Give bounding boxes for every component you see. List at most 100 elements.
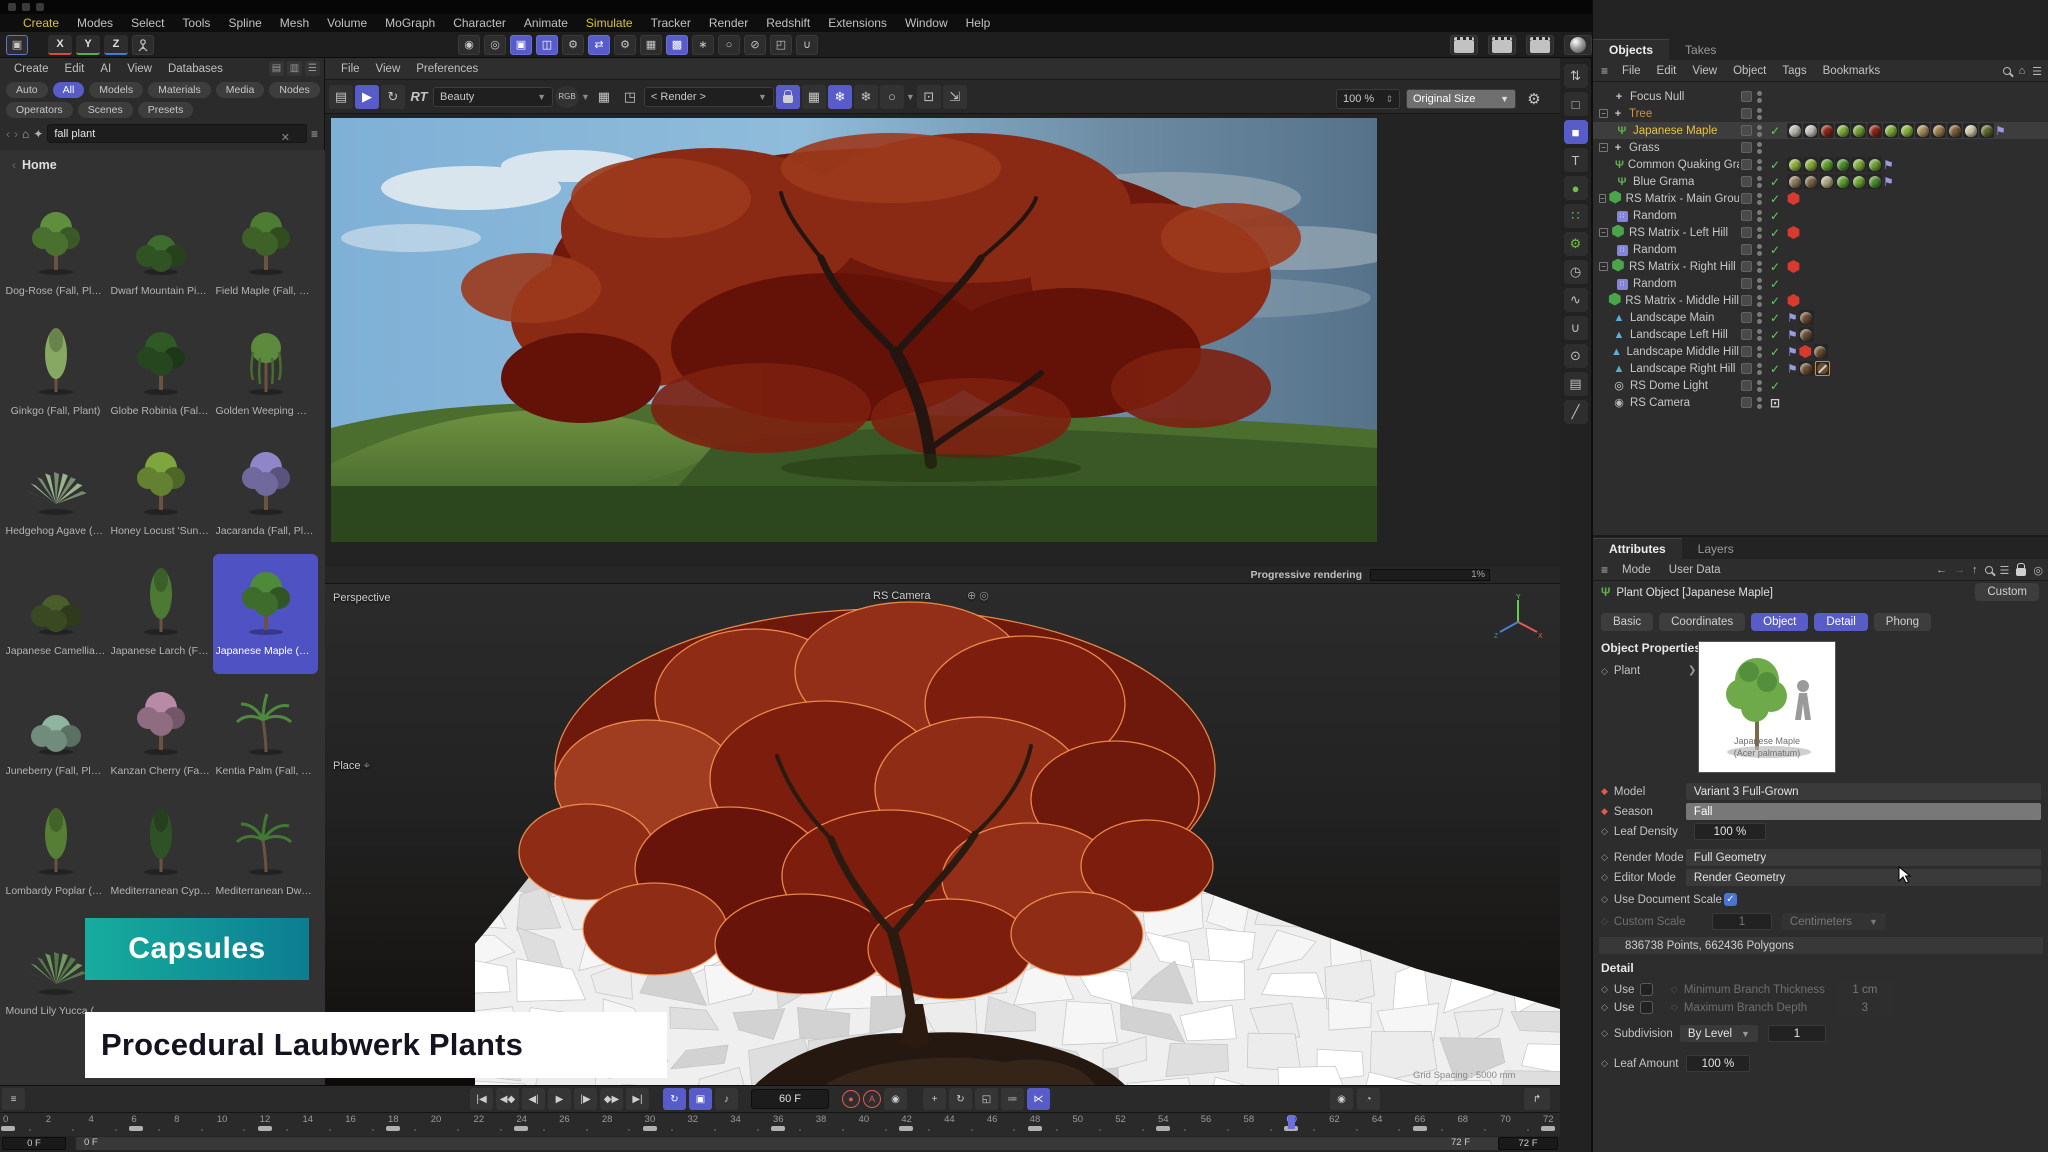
exchange-icon[interactable]: ⇄: [588, 35, 610, 55]
up-icon[interactable]: ↑: [1972, 564, 1978, 576]
wrench-icon[interactable]: ⚙: [562, 35, 584, 55]
current-frame-field[interactable]: 60 F: [751, 1089, 829, 1109]
goto-start-button[interactable]: |◀: [470, 1088, 493, 1110]
magnet-icon[interactable]: ∪: [796, 35, 818, 55]
menu-spline[interactable]: Spline: [219, 16, 270, 30]
rt-toggle[interactable]: RT: [407, 85, 431, 109]
timeline-tick[interactable]: 34: [730, 1114, 741, 1125]
forward-icon[interactable]: ›: [14, 127, 18, 141]
render-region-icon[interactable]: ◉: [458, 35, 480, 55]
tool-axis-icon[interactable]: ⇅: [1564, 64, 1588, 88]
dither-icon[interactable]: ▦: [592, 85, 616, 109]
menu-create[interactable]: Create: [14, 16, 68, 30]
tool-gear-icon[interactable]: ⚙: [1564, 232, 1588, 256]
fcurve-button[interactable]: ↱: [1524, 1088, 1550, 1110]
material-swatch[interactable]: [1819, 174, 1834, 189]
keyframe-marker[interactable]: [643, 1126, 657, 1131]
use-max-depth-checkbox[interactable]: ✓: [1640, 1001, 1653, 1014]
workplane-icon[interactable]: ◰: [770, 35, 792, 55]
plant-item[interactable]: Honey Locust 'Sunbur...: [108, 434, 213, 554]
rv-menu-file[interactable]: File: [333, 63, 368, 75]
home-icon[interactable]: ⌂: [22, 127, 29, 141]
prev-keyframe-button[interactable]: ◀◆: [496, 1088, 519, 1110]
tool-cluster-icon[interactable]: ∷: [1564, 204, 1588, 228]
keyframe-marker[interactable]: [899, 1126, 913, 1131]
visibility-dots[interactable]: [1757, 193, 1762, 205]
plant-item[interactable]: Mediterranean Dwarf ...: [213, 794, 318, 914]
collapse-icon[interactable]: ‹: [12, 158, 16, 172]
plant-item[interactable]: Dog-Rose (Fall, Plant): [3, 194, 108, 314]
timeline-tick[interactable]: 32: [687, 1114, 698, 1125]
render-slot-select[interactable]: < Render >▼: [644, 87, 774, 107]
record-button[interactable]: ●: [842, 1090, 860, 1108]
tree-row[interactable]: RS Matrix - Middle Hill✓: [1593, 292, 2048, 309]
axis-z-button[interactable]: Z: [104, 35, 128, 55]
plant-item[interactable]: Hedgehog Agave (Fall...: [3, 434, 108, 554]
layer-square-icon[interactable]: [1741, 91, 1752, 102]
fullscreen-icon[interactable]: ○: [880, 85, 904, 109]
size-mode-select[interactable]: Original Size▼: [1406, 89, 1516, 109]
timeline-tick[interactable]: 16: [345, 1114, 356, 1125]
tree-row[interactable]: −RS Matrix - Left Hill✓: [1593, 224, 2048, 241]
timeline-menu-icon[interactable]: ≡: [2, 1088, 25, 1110]
visibility-dots[interactable]: [1757, 380, 1762, 392]
panel-menu-icon[interactable]: ≡: [1597, 563, 1612, 577]
menu-volume[interactable]: Volume: [318, 16, 376, 30]
enabled-check-icon[interactable]: ✓: [1770, 277, 1780, 291]
view-list-icon[interactable]: ▤: [269, 61, 284, 76]
axis-x-button[interactable]: X: [48, 35, 72, 55]
grid-icon[interactable]: ▦: [640, 35, 662, 55]
viewport-solo-icon[interactable]: ▣: [510, 35, 532, 55]
filter-chip-all[interactable]: All: [53, 82, 85, 98]
redshift-tag-icon[interactable]: [1787, 294, 1800, 307]
keyframe-marker[interactable]: [1156, 1126, 1170, 1131]
enabled-check-icon[interactable]: ✓: [1770, 260, 1780, 274]
plant-item[interactable]: Dwarf Mountain Pine (...: [108, 194, 213, 314]
autokey-button[interactable]: A: [863, 1090, 881, 1108]
redshift-tag-icon[interactable]: [1787, 226, 1800, 239]
menu-tools[interactable]: Tools: [173, 16, 219, 30]
timeline-tick[interactable]: 20: [431, 1114, 442, 1125]
tree-row[interactable]: ◉RS Camera⊡: [1593, 394, 2048, 411]
character-joint-icon[interactable]: [132, 35, 154, 55]
layer-square-icon[interactable]: [1741, 142, 1752, 153]
material-manager-button[interactable]: [1564, 35, 1592, 55]
timeline-tick[interactable]: 2: [46, 1114, 51, 1125]
material-swatch[interactable]: [1803, 174, 1818, 189]
layout-icon[interactable]: ▣: [6, 35, 28, 55]
timeline-tick[interactable]: 40: [859, 1114, 870, 1125]
disabled-material-icon[interactable]: [1815, 361, 1830, 376]
plant-item[interactable]: Kanzan Cherry (Fall, Pl...: [108, 674, 213, 794]
tree-row[interactable]: ▲Landscape Left Hill✓⚑: [1593, 326, 2048, 343]
material-swatch[interactable]: [1803, 157, 1818, 172]
material-swatch[interactable]: [1915, 123, 1930, 138]
tree-row[interactable]: ▲Landscape Main✓⚑: [1593, 309, 2048, 326]
filter-chip-models[interactable]: Models: [89, 82, 143, 98]
expand-icon[interactable]: ⇲: [943, 85, 967, 109]
place-tool-label[interactable]: Place ⌖: [333, 760, 370, 773]
material-swatch[interactable]: [1883, 123, 1898, 138]
tree-row[interactable]: −RS Matrix - Right Hill✓: [1593, 258, 2048, 275]
material-swatch[interactable]: [1867, 123, 1882, 138]
model-select[interactable]: Variant 3 Full-Grown: [1686, 783, 2041, 800]
tool-pen-icon[interactable]: ╱: [1564, 400, 1588, 424]
timeline-tick[interactable]: 54: [1158, 1114, 1169, 1125]
keyframe-marker[interactable]: [514, 1126, 528, 1131]
enabled-check-icon[interactable]: ✓: [1770, 243, 1780, 257]
render-history-icon[interactable]: ▤: [329, 85, 353, 109]
visibility-dots[interactable]: [1757, 108, 1762, 120]
pass-select[interactable]: Beauty▼: [433, 87, 553, 107]
material-swatch[interactable]: [1947, 123, 1962, 138]
timeline-tick[interactable]: 12: [260, 1114, 271, 1125]
keyframe-marker[interactable]: [1541, 1126, 1555, 1131]
timeline-tick[interactable]: 28: [602, 1114, 613, 1125]
perspective-viewport[interactable]: Perspective RS Camera ⊕ ◎ Place ⌖ Grid S…: [325, 584, 1560, 1085]
layer-square-icon[interactable]: [1741, 159, 1752, 170]
filter-chip-auto[interactable]: Auto: [6, 82, 48, 98]
visibility-dots[interactable]: [1757, 278, 1762, 290]
camera-hud-icons[interactable]: ⊕ ◎: [967, 589, 989, 602]
plant-item[interactable]: Globe Robinia (Fall, Pl...: [108, 314, 213, 434]
timeline-tick[interactable]: 48: [1030, 1114, 1041, 1125]
material-swatch[interactable]: [1819, 123, 1834, 138]
keyframe-marker[interactable]: [1413, 1126, 1427, 1131]
